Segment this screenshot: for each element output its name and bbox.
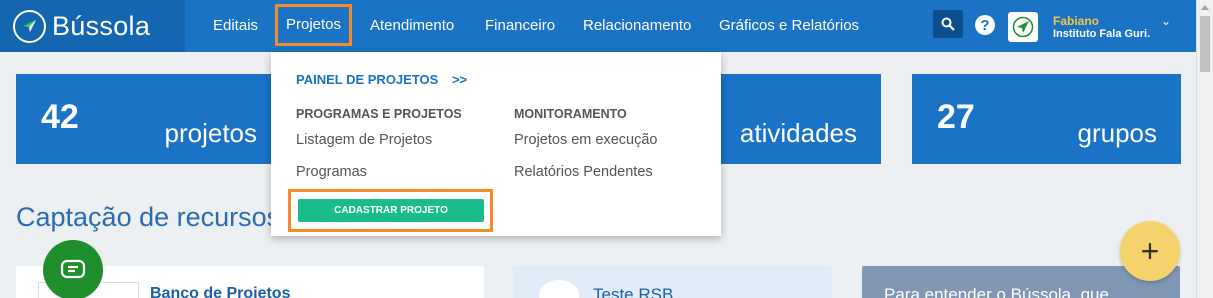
painel-projetos-label: PAINEL DE PROJETOS: [296, 72, 439, 87]
user-org[interactable]: Instituto Fala Guri.: [1053, 28, 1150, 40]
nav-graficos-relatorios[interactable]: Gráficos e Relatórios: [719, 0, 859, 52]
stat-label: grupos: [1077, 118, 1158, 148]
card-teste-rsb[interactable]: Teste RSB: [513, 266, 832, 298]
section-title: Captação de recursos: [16, 202, 281, 232]
search-button[interactable]: [933, 10, 963, 38]
stat-label: projetos: [164, 118, 258, 148]
nav-editais[interactable]: Editais: [213, 0, 258, 52]
nav-relacionamento[interactable]: Relacionamento: [583, 0, 691, 52]
user-avatar[interactable]: [1008, 12, 1038, 42]
listagem-projetos-link[interactable]: Listagem de Projetos: [296, 132, 432, 148]
page-scrollbar[interactable]: [1196, 0, 1213, 298]
brand-name: Bússola: [52, 10, 151, 41]
search-icon: [941, 17, 955, 31]
stat-number: 42: [41, 98, 79, 136]
plus-icon: +: [1140, 232, 1160, 269]
stat-card-grupos[interactable]: 27 grupos: [912, 74, 1181, 164]
projetos-execucao-link[interactable]: Projetos em execução: [514, 132, 657, 148]
help-icon[interactable]: ?: [975, 15, 995, 35]
top-navbar: Bússola Editais Projetos Atendimento Fin…: [0, 0, 1196, 52]
scroll-up-icon[interactable]: [1201, 5, 1209, 10]
user-name[interactable]: Fabiano: [1053, 14, 1099, 28]
projetos-dropdown-menu: PAINEL DE PROJETOS >> PROGRAMAS E PROJET…: [271, 52, 721, 236]
relatorios-pendentes-link[interactable]: Relatórios Pendentes: [514, 164, 653, 180]
monitoramento-heading: MONITORAMENTO: [514, 107, 627, 121]
brand-logo[interactable]: Bússola: [0, 0, 185, 52]
stat-card-projetos[interactable]: 42 projetos: [16, 74, 281, 164]
compass-icon: [13, 9, 46, 43]
nav-financeiro[interactable]: Financeiro: [485, 0, 555, 52]
cadastrar-projeto-button[interactable]: CADASTRAR PROJETO: [298, 199, 484, 222]
cta-highlight: CADASTRAR PROJETO: [288, 189, 493, 232]
card-logo: [539, 280, 579, 298]
programas-link[interactable]: Programas: [296, 164, 367, 180]
stat-label: atividades: [739, 118, 857, 148]
card-title[interactable]: Para entender o Bússola, que: [884, 285, 1109, 298]
nav-projetos[interactable]: Projetos: [275, 4, 353, 46]
chat-button[interactable]: [43, 240, 103, 298]
nav-atendimento[interactable]: Atendimento: [370, 0, 454, 52]
card-title[interactable]: Banco de Projetos: [150, 285, 290, 298]
card-title[interactable]: Teste RSB: [593, 285, 673, 298]
chat-icon: [60, 259, 86, 279]
stat-number: 27: [937, 98, 975, 136]
compass-icon: [1012, 16, 1034, 38]
programas-projetos-heading: PROGRAMAS E PROJETOS: [296, 107, 462, 121]
painel-projetos-link[interactable]: PAINEL DE PROJETOS >>: [296, 72, 467, 87]
scrollbar-thumb[interactable]: [1200, 16, 1210, 72]
double-arrow-icon: >>: [451, 72, 468, 87]
add-fab-button[interactable]: +: [1120, 221, 1180, 281]
chevron-down-icon[interactable]: ⌄: [1161, 14, 1171, 28]
